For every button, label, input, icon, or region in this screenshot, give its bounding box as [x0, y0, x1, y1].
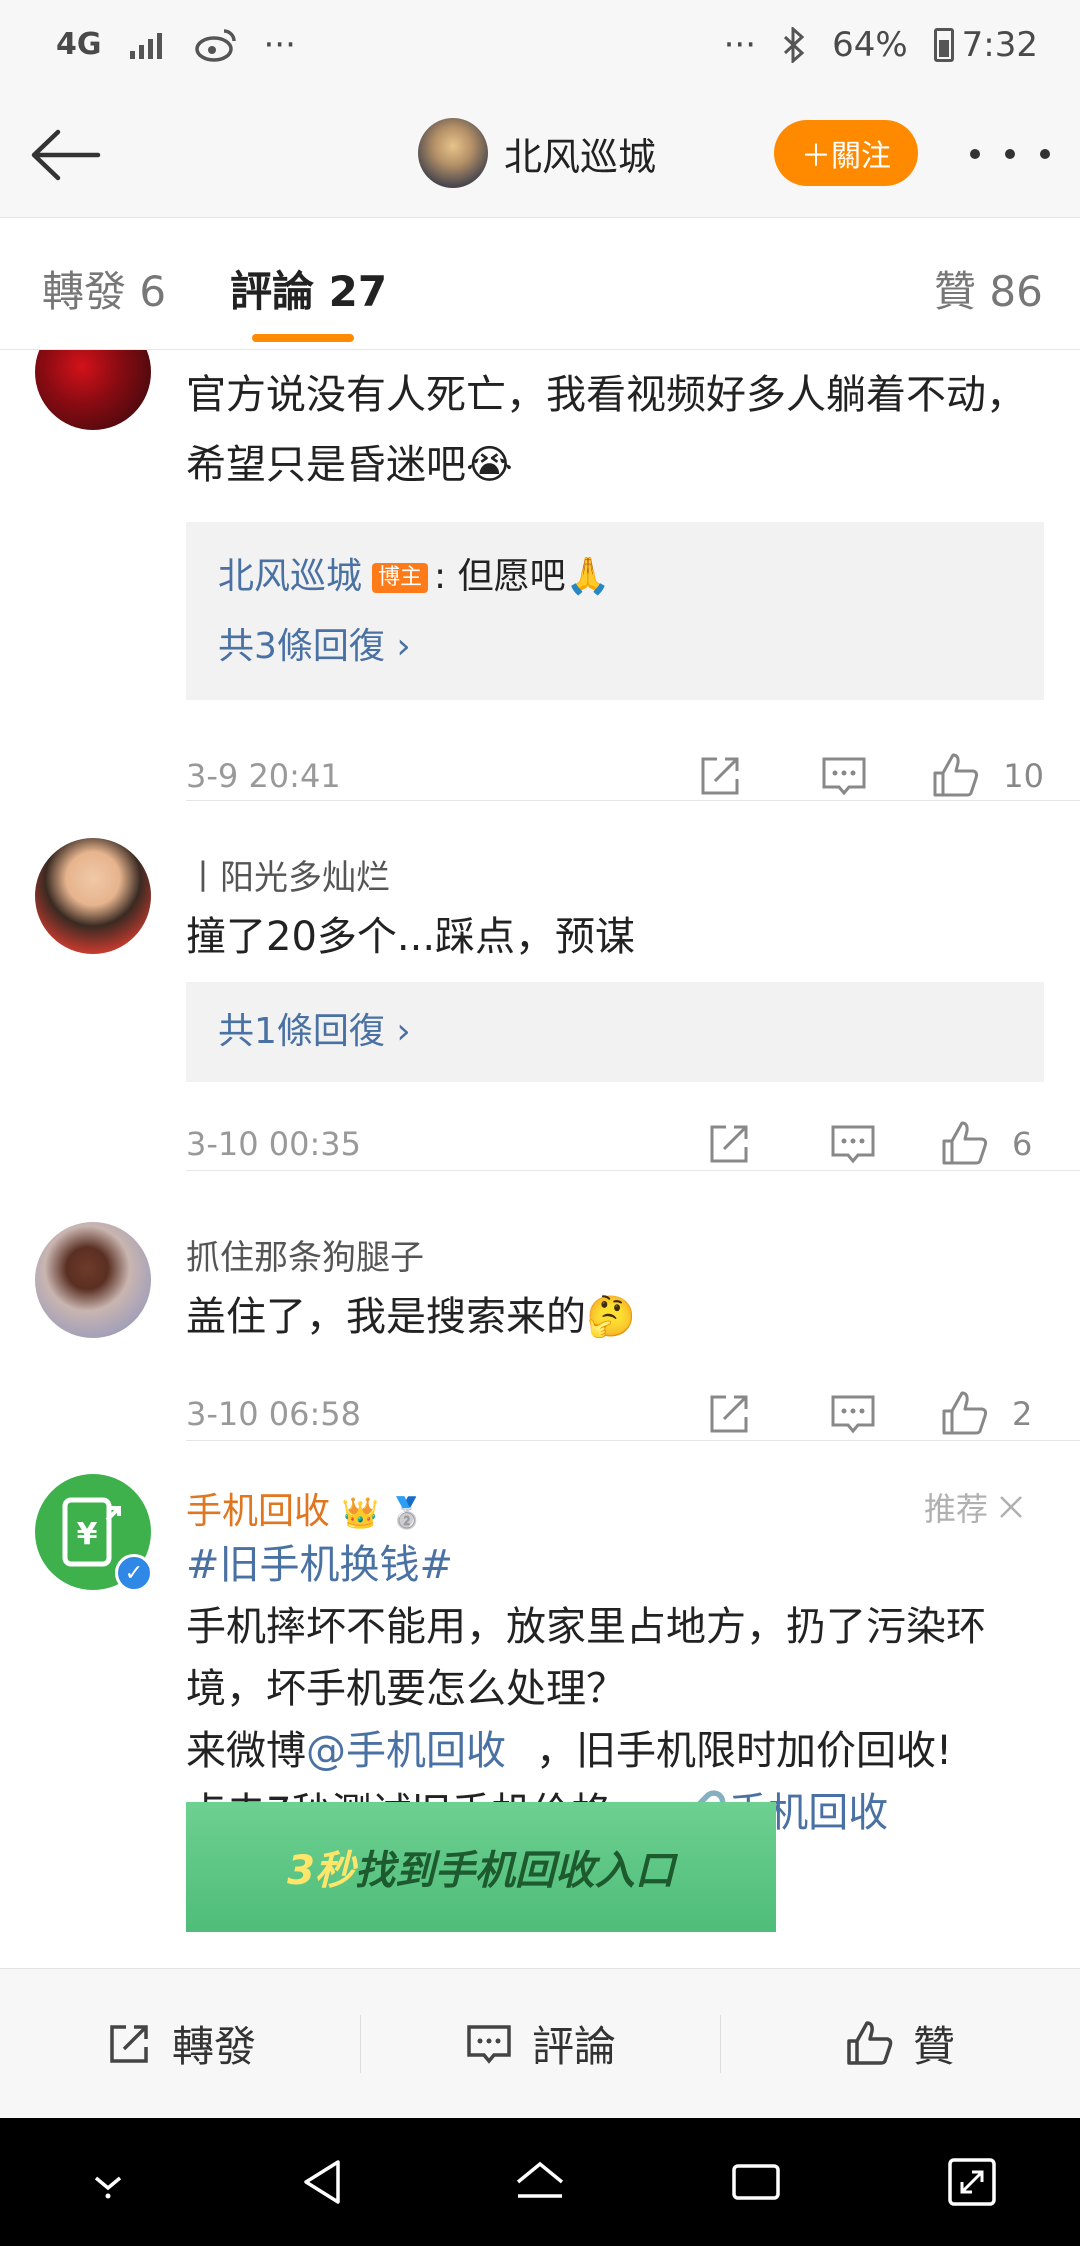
tab-likes[interactable]: 贊 86: [934, 258, 1043, 319]
expand-icon[interactable]: [942, 2152, 1002, 2212]
tab-comments[interactable]: 評論 27: [230, 258, 387, 319]
comment-icon[interactable]: [828, 1389, 878, 1439]
bluetooth-icon: [784, 27, 805, 63]
avatar[interactable]: [35, 1222, 151, 1338]
share-icon[interactable]: [704, 1119, 754, 1169]
comment-time: 3-9 20:41: [186, 757, 341, 795]
comment-button[interactable]: 評論: [360, 1969, 720, 2118]
status-bar: 4G ··· ··· 64% 7:32: [0, 0, 1080, 90]
avatar[interactable]: [418, 118, 488, 188]
repost-button[interactable]: 轉發: [0, 1969, 360, 2118]
divider: [186, 1440, 1080, 1441]
like-icon: [847, 2020, 893, 2065]
comment-text: 撞了20多个...踩点，预谋: [186, 914, 636, 960]
home-icon[interactable]: [510, 2152, 570, 2212]
like-label: 贊: [912, 2022, 955, 2071]
comment-icon: [467, 2024, 511, 2064]
like-count: 2: [1012, 1395, 1033, 1433]
ad-mention[interactable]: @手机回收: [306, 1728, 506, 1774]
post-tabs: 轉發 6 評論 27 贊 86: [0, 218, 1080, 350]
battery-icon: [933, 28, 954, 62]
banner-text: 找到手机回收入口: [354, 1848, 675, 1894]
avatar[interactable]: [35, 838, 151, 954]
comment-meta: 3-9 20:41 10: [186, 726, 1044, 826]
author-name[interactable]: 北风巡城: [504, 126, 656, 181]
like-icon[interactable]: [931, 751, 981, 801]
ad-line2-suffix: ，旧手机限时加价回收!: [536, 1728, 953, 1774]
weibo-icon: [194, 29, 236, 62]
view-replies-link[interactable]: 共3條回復 ›: [218, 612, 1012, 682]
avatar[interactable]: [35, 350, 151, 430]
like-button[interactable]: 贊: [720, 1969, 1080, 2118]
repost-label: 轉發: [171, 2022, 256, 2071]
status-dots: ···: [723, 25, 757, 65]
network-indicator: 4G: [56, 27, 102, 62]
comment-time: 3-10 06:58: [186, 1395, 362, 1433]
ad-line2-prefix: 来微博: [186, 1728, 306, 1774]
ad-username[interactable]: 手机回收: [186, 1491, 330, 1532]
reply-box[interactable]: 共1條回復 ›: [186, 982, 1044, 1082]
tab-repost[interactable]: 轉發 6: [42, 258, 166, 319]
chevron-down-icon[interactable]: [78, 2152, 138, 2212]
share-icon[interactable]: [695, 751, 745, 801]
more-options-icon[interactable]: [970, 134, 1050, 174]
ad-text: #旧手机换钱# 手机摔坏不能用，放家里占地方，扔了污染环境，坏手机要怎么处理？ …: [186, 1534, 1046, 1844]
share-icon: [110, 2024, 148, 2063]
notification-dots: ···: [263, 25, 296, 65]
back-arrow-icon[interactable]: [28, 120, 104, 190]
like-icon[interactable]: [940, 1389, 990, 1439]
like-icon[interactable]: [940, 1119, 990, 1169]
close-icon[interactable]: [998, 1494, 1024, 1520]
ad-hashtag[interactable]: #旧手机换钱#: [186, 1534, 1046, 1596]
comment-meta: 3-10 06:58 2: [186, 1364, 1044, 1464]
like-count: 10: [1003, 757, 1044, 795]
ad-line1: 手机摔坏不能用，放家里占地方，扔了污染环境，坏手机要怎么处理？: [186, 1604, 986, 1712]
comment-list[interactable]: 官方说没有人死亡，我看视频好多人躺着不动，希望只是昏迷吧😭 北风巡城 博主: 但愿…: [0, 350, 1080, 1968]
recommend-label[interactable]: 推荐: [924, 1484, 1024, 1530]
recycle-phone-icon: ¥: [62, 1497, 121, 1567]
comment-meta: 3-10 00:35 6: [186, 1094, 1044, 1194]
view-replies-link[interactable]: 共1條回復 ›: [218, 997, 1012, 1067]
recents-icon[interactable]: [726, 2152, 786, 2212]
divider: [186, 800, 1080, 801]
header-user[interactable]: 北风巡城: [418, 118, 656, 188]
clock: 7:32: [961, 25, 1038, 65]
verified-badge: ✓: [115, 1554, 153, 1592]
comment-username[interactable]: 抓住那条狗腿子: [186, 1230, 424, 1279]
comment-username[interactable]: 丨阳光多灿烂: [186, 850, 390, 899]
reply-box[interactable]: 北风巡城 博主: 但愿吧🙏 共3條回復 ›: [186, 522, 1044, 700]
vip-badges: 👑 🥈: [341, 1496, 426, 1531]
system-nav-bar: [0, 2118, 1080, 2246]
reply-username[interactable]: 北风巡城: [218, 556, 362, 597]
bottom-action-bar: 轉發 評論 贊: [0, 1968, 1080, 2118]
banner-highlight: 3秒: [287, 1848, 355, 1894]
recommend-text: 推荐: [924, 1490, 989, 1528]
avatar[interactable]: ¥ ✓: [35, 1474, 153, 1592]
comment-icon[interactable]: [828, 1119, 878, 1169]
reply-text: : 但愿吧🙏: [434, 556, 611, 597]
battery-percent: 64%: [832, 25, 908, 65]
comment-text: 盖住了，我是搜索来的🤔: [186, 1294, 636, 1340]
active-tab-indicator: [252, 334, 354, 342]
ad-banner[interactable]: 3秒 找到手机回收入口: [186, 1802, 776, 1932]
comment-text: 官方说没有人死亡，我看视频好多人躺着不动，希望只是昏迷吧😭: [186, 372, 1026, 488]
comment-label: 評論: [531, 2022, 616, 2071]
share-icon[interactable]: [704, 1389, 754, 1439]
back-triangle-icon[interactable]: [294, 2152, 354, 2212]
divider: [186, 1170, 1080, 1171]
follow-button[interactable]: ＋關注: [774, 120, 918, 186]
top-header: 北风巡城 ＋關注: [0, 90, 1080, 218]
author-badge: 博主: [372, 563, 429, 593]
comment-time: 3-10 00:35: [186, 1125, 362, 1163]
like-count: 6: [1012, 1125, 1033, 1163]
comment-icon[interactable]: [819, 751, 869, 801]
svg-text:¥: ¥: [77, 1517, 98, 1552]
signal-icon: [129, 33, 162, 59]
